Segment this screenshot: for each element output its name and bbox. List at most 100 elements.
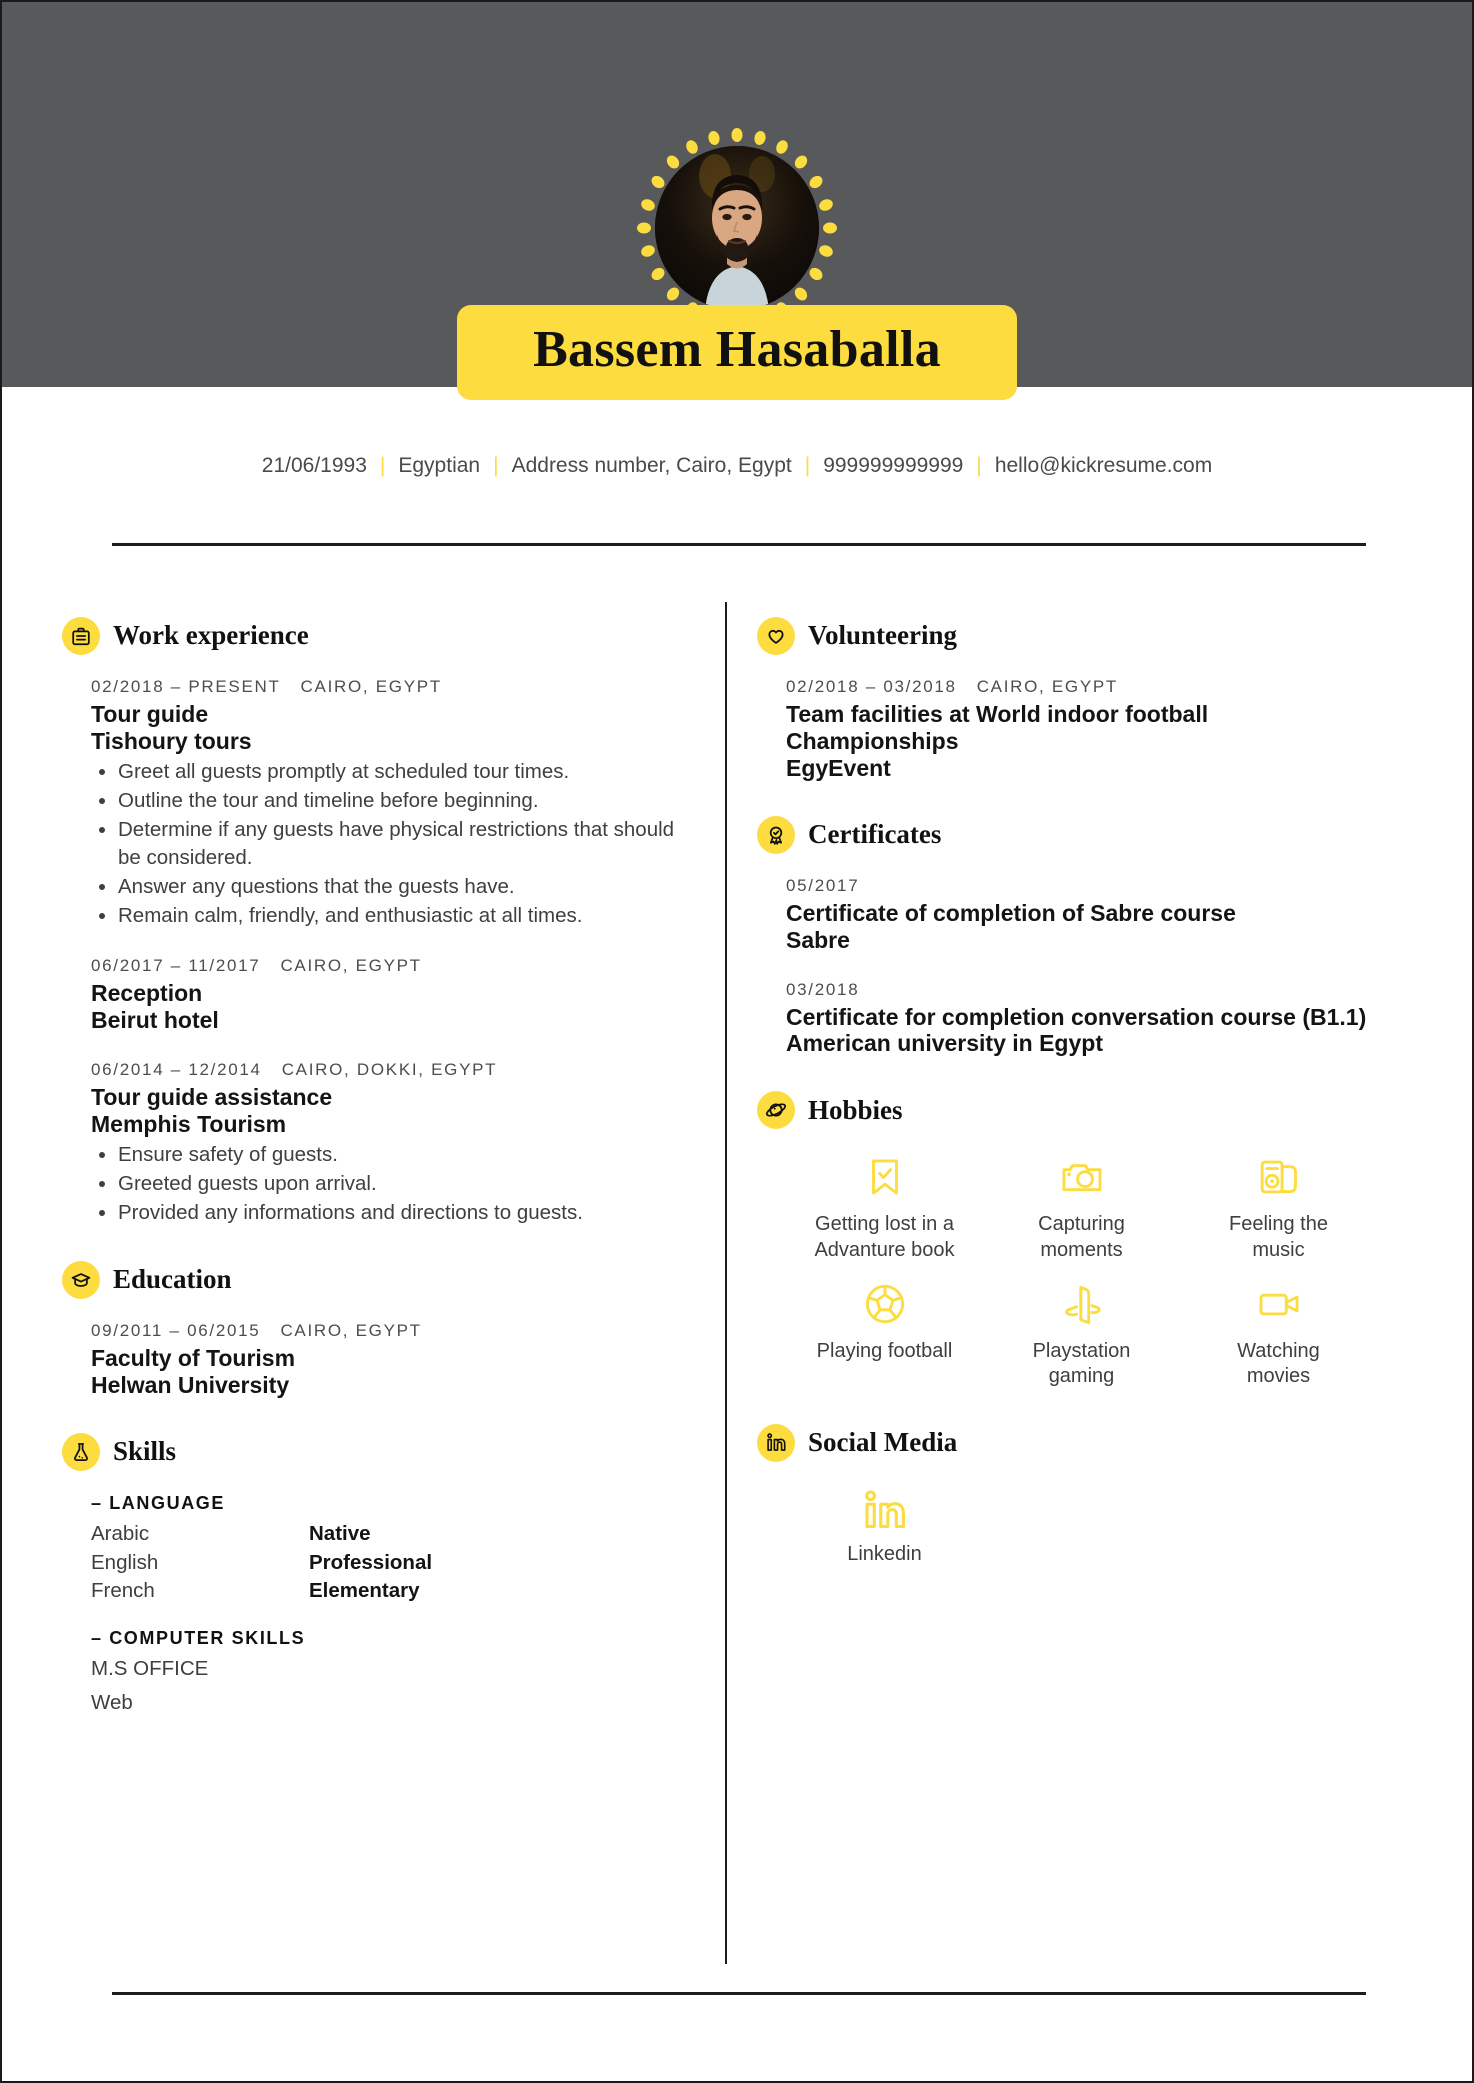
hobby-grid: Getting lost in a Advanture book Capturi… — [757, 1151, 1377, 1389]
entry-location: CAIRO, EGYPT — [280, 956, 422, 976]
resume-page: Bassem Hasaballa 21/06/1993 | Egyptian | Add… — [0, 0, 1474, 2083]
entry-org: Memphis Tourism — [91, 1111, 287, 1137]
section-title: Skills — [113, 1436, 177, 1467]
entry-location: CAIRO, EGYPT — [300, 677, 442, 696]
section-title: Certificates — [808, 818, 942, 849]
section-title: Volunteering — [808, 620, 958, 651]
contact-row: 21/06/1993 | Egyptian | Address number, Cair… — [2, 454, 1472, 478]
contact-address: Address number, Cairo, Egypt — [511, 454, 792, 477]
entry-title: Tour guide assistance — [91, 1084, 333, 1111]
section-volunteering: Volunteering 02/2018 – 03/2018 CAIRO, EGY… — [757, 617, 1377, 782]
language-name: French — [91, 1579, 155, 1603]
social-label: Linkedin — [847, 1542, 922, 1565]
entry-meta: 05/2017 — [786, 876, 1377, 896]
left-column: Work experience 02/2018 – PRESENT CAIRO, … — [62, 617, 702, 1722]
linkedin-icon[interactable] — [862, 1484, 908, 1536]
heart-icon — [757, 617, 795, 655]
social-grid-spacer — [983, 1484, 1180, 1566]
right-column: Volunteering 02/2018 – 03/2018 CAIRO, EGY… — [757, 617, 1377, 1566]
language-name: Arabic — [91, 1521, 150, 1545]
entry-org: EgyEvent — [786, 754, 891, 781]
volunteering-entry: 02/2018 – 03/2018 CAIRO, EGYPT Team facil… — [757, 677, 1377, 782]
contact-separator: | — [379, 454, 386, 477]
entry-title: Certificate of completion of Sabre cours… — [786, 899, 1236, 926]
certificate-entry: 03/2018 Certificate for completion conve… — [757, 980, 1377, 1058]
list-item: Greeted guests upon arrival. — [91, 1170, 702, 1198]
entry-meta: 03/2018 — [786, 980, 1377, 1000]
language-name: English — [91, 1550, 159, 1574]
section-title: Hobbies — [808, 1094, 903, 1125]
skills-block: – LANGUAGE Arabic Native English Profess… — [62, 1493, 702, 1717]
section-title: Work experience — [113, 620, 309, 651]
work-entry: 06/2017 – 11/2017 CAIRO, EGYPT Reception … — [62, 956, 702, 1034]
list-item: Provided any informations and directions… — [91, 1199, 702, 1227]
section-hobbies: Hobbies Getting lost in a Advanture book — [757, 1091, 1377, 1389]
list-item: Greet all guests promptly at scheduled t… — [91, 758, 702, 786]
language-level: Professional — [309, 1550, 433, 1574]
hobby-item: Watching movies — [1180, 1278, 1377, 1390]
entry-dates: 05/2017 — [786, 875, 860, 895]
entry-location: CAIRO, DOKKI, EGYPT — [281, 1060, 498, 1080]
section-education: Education 09/2011 – 06/2015 CAIRO, EGYPT … — [62, 1261, 702, 1399]
certificate-entry: 05/2017 Certificate of completion of Sab… — [757, 876, 1377, 954]
skill-bar-row: M.S OFFICE — [91, 1655, 702, 1684]
list-item: Ensure safety of guests. — [91, 1141, 702, 1169]
section-header: Certificates — [757, 815, 1377, 854]
column-divider — [725, 602, 727, 1964]
skill-name: M.S OFFICE — [91, 1657, 209, 1681]
avatar — [637, 128, 837, 328]
header-divider — [112, 543, 1366, 546]
social-grid-spacer — [1180, 1484, 1377, 1566]
hobby-item: Playstation gaming — [983, 1278, 1180, 1390]
hobby-label: Feeling the music — [1229, 1213, 1328, 1261]
entry-dates: 06/2017 – 11/2017 — [91, 956, 261, 976]
language-row: French Elementary — [91, 1577, 702, 1606]
football-icon — [862, 1278, 908, 1330]
language-row: Arabic Native — [91, 1520, 702, 1549]
education-entry: 09/2011 – 06/2015 CAIRO, EGYPT Faculty of… — [62, 1321, 702, 1399]
hobby-label: Playing football — [816, 1339, 953, 1362]
entry-bullets: Ensure safety of guests. Greeted guests … — [91, 1141, 702, 1227]
social-grid: Linkedin — [757, 1484, 1377, 1566]
social-item[interactable]: Linkedin — [786, 1484, 983, 1566]
entry-title: Reception — [91, 980, 203, 1007]
skill-group-computer: – COMPUTER SKILLS — [91, 1628, 306, 1649]
entry-title: Tour guide — [91, 701, 209, 727]
language-row: English Professional — [91, 1549, 702, 1578]
music-player-icon — [1256, 1151, 1302, 1203]
planet-icon — [757, 1091, 795, 1130]
hobby-item: Playing football — [786, 1278, 983, 1390]
contact-separator: | — [804, 454, 811, 477]
entry-meta: 02/2018 – PRESENT CAIRO, EGYPT — [91, 677, 702, 697]
entry-meta: 06/2017 – 11/2017 CAIRO, EGYPT — [91, 956, 702, 976]
skill-name: Web — [91, 1690, 133, 1714]
linkedin-badge-icon — [757, 1423, 795, 1462]
entry-org: Helwan University — [91, 1372, 290, 1399]
section-work-experience: Work experience 02/2018 – PRESENT CAIRO, … — [62, 617, 702, 1227]
section-title: Education — [113, 1264, 232, 1295]
section-certificates: Certificates 05/2017 Certificate of comp… — [757, 815, 1377, 1058]
hobby-label: Playstation gaming — [1032, 1339, 1131, 1388]
bookmark-check-icon — [862, 1151, 908, 1203]
contact-email[interactable]: hello@kickresume.com — [995, 454, 1212, 477]
entry-title: Team facilities at World indoor football… — [786, 701, 1209, 754]
entry-dates: 02/2018 – 03/2018 — [786, 677, 957, 696]
section-social-media: Social Media Linkedin — [757, 1423, 1377, 1566]
entry-title: Faculty of Tourism — [91, 1345, 296, 1372]
section-header: Skills — [62, 1432, 702, 1471]
movie-icon — [1256, 1278, 1302, 1330]
section-header: Hobbies — [757, 1091, 1377, 1130]
avatar-photo — [655, 146, 819, 310]
name-plate: Bassem Hasaballa — [457, 305, 1017, 400]
language-level: Elementary — [309, 1579, 420, 1603]
contact-separator: | — [493, 454, 499, 477]
entry-org: Sabre — [786, 926, 850, 953]
section-header: Education — [62, 1261, 702, 1300]
entry-org: American university in Egypt — [786, 1030, 1103, 1057]
section-header: Social Media — [757, 1423, 1377, 1462]
hobby-item: Getting lost in a Advanture book — [786, 1151, 983, 1263]
footer-divider — [112, 1992, 1366, 1995]
entry-dates: 02/2018 – PRESENT — [91, 677, 281, 696]
hobby-label: Watching movies — [1237, 1339, 1320, 1388]
briefcase-icon — [62, 617, 100, 655]
